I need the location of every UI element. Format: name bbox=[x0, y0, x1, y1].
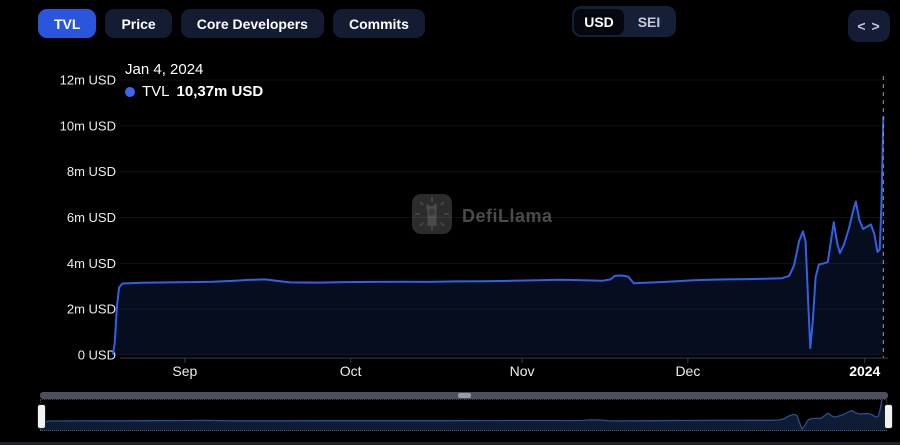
y-tick-label: 8m USD bbox=[67, 164, 116, 179]
y-tick-label: 6m USD bbox=[67, 210, 116, 225]
x-tick-label: Sep bbox=[172, 363, 197, 379]
currency-option-usd[interactable]: USD bbox=[574, 9, 624, 35]
watermark-label: DefiLlama bbox=[462, 206, 553, 227]
tab-commits[interactable]: Commits bbox=[333, 9, 425, 38]
embed-code-button[interactable]: < > bbox=[848, 10, 890, 42]
range-scrollbar[interactable] bbox=[40, 392, 888, 399]
tooltip-value: 10,37m USD bbox=[177, 83, 264, 100]
tab-price[interactable]: Price bbox=[105, 9, 171, 38]
brush-handle-left[interactable] bbox=[37, 404, 46, 429]
y-tick-label: 12m USD bbox=[60, 73, 116, 88]
y-tick-label: 0 USD bbox=[78, 348, 116, 363]
y-tick-label: 10m USD bbox=[60, 118, 116, 133]
brush-selection-region[interactable] bbox=[40, 399, 887, 431]
x-tick-label: Oct bbox=[340, 363, 362, 379]
code-icon: < > bbox=[857, 18, 880, 34]
tooltip-series-label: TVL bbox=[142, 83, 170, 100]
brush-handle-right[interactable] bbox=[884, 404, 893, 429]
chart-tabs: TVL Price Core Developers Commits bbox=[38, 9, 425, 38]
x-tick-label: Dec bbox=[675, 363, 700, 379]
tooltip-date: Jan 4, 2024 bbox=[125, 61, 263, 78]
tab-tvl[interactable]: TVL bbox=[38, 9, 96, 38]
chart-tooltip: Jan 4, 2024 TVL 10,37m USD bbox=[125, 61, 263, 100]
x-tick-label: 2024 bbox=[849, 363, 880, 379]
y-tick-label: 4m USD bbox=[67, 256, 116, 271]
scrollbar-grip-icon[interactable] bbox=[458, 393, 471, 398]
defillama-watermark: DefiLlama bbox=[412, 194, 553, 239]
tab-core-developers[interactable]: Core Developers bbox=[181, 9, 324, 38]
defillama-logo-icon bbox=[412, 194, 452, 239]
tvl-legend-dot-icon bbox=[125, 87, 135, 97]
currency-toggle: USDSEI bbox=[572, 6, 676, 37]
currency-option-sei[interactable]: SEI bbox=[624, 9, 674, 35]
tvl-chart-widget: DefiLlama 0 USD 2m USD 4m USD 6m USD 8m USD 1… bbox=[0, 0, 900, 445]
y-tick-label: 2m USD bbox=[67, 302, 116, 317]
x-tick-label: Nov bbox=[510, 363, 535, 379]
